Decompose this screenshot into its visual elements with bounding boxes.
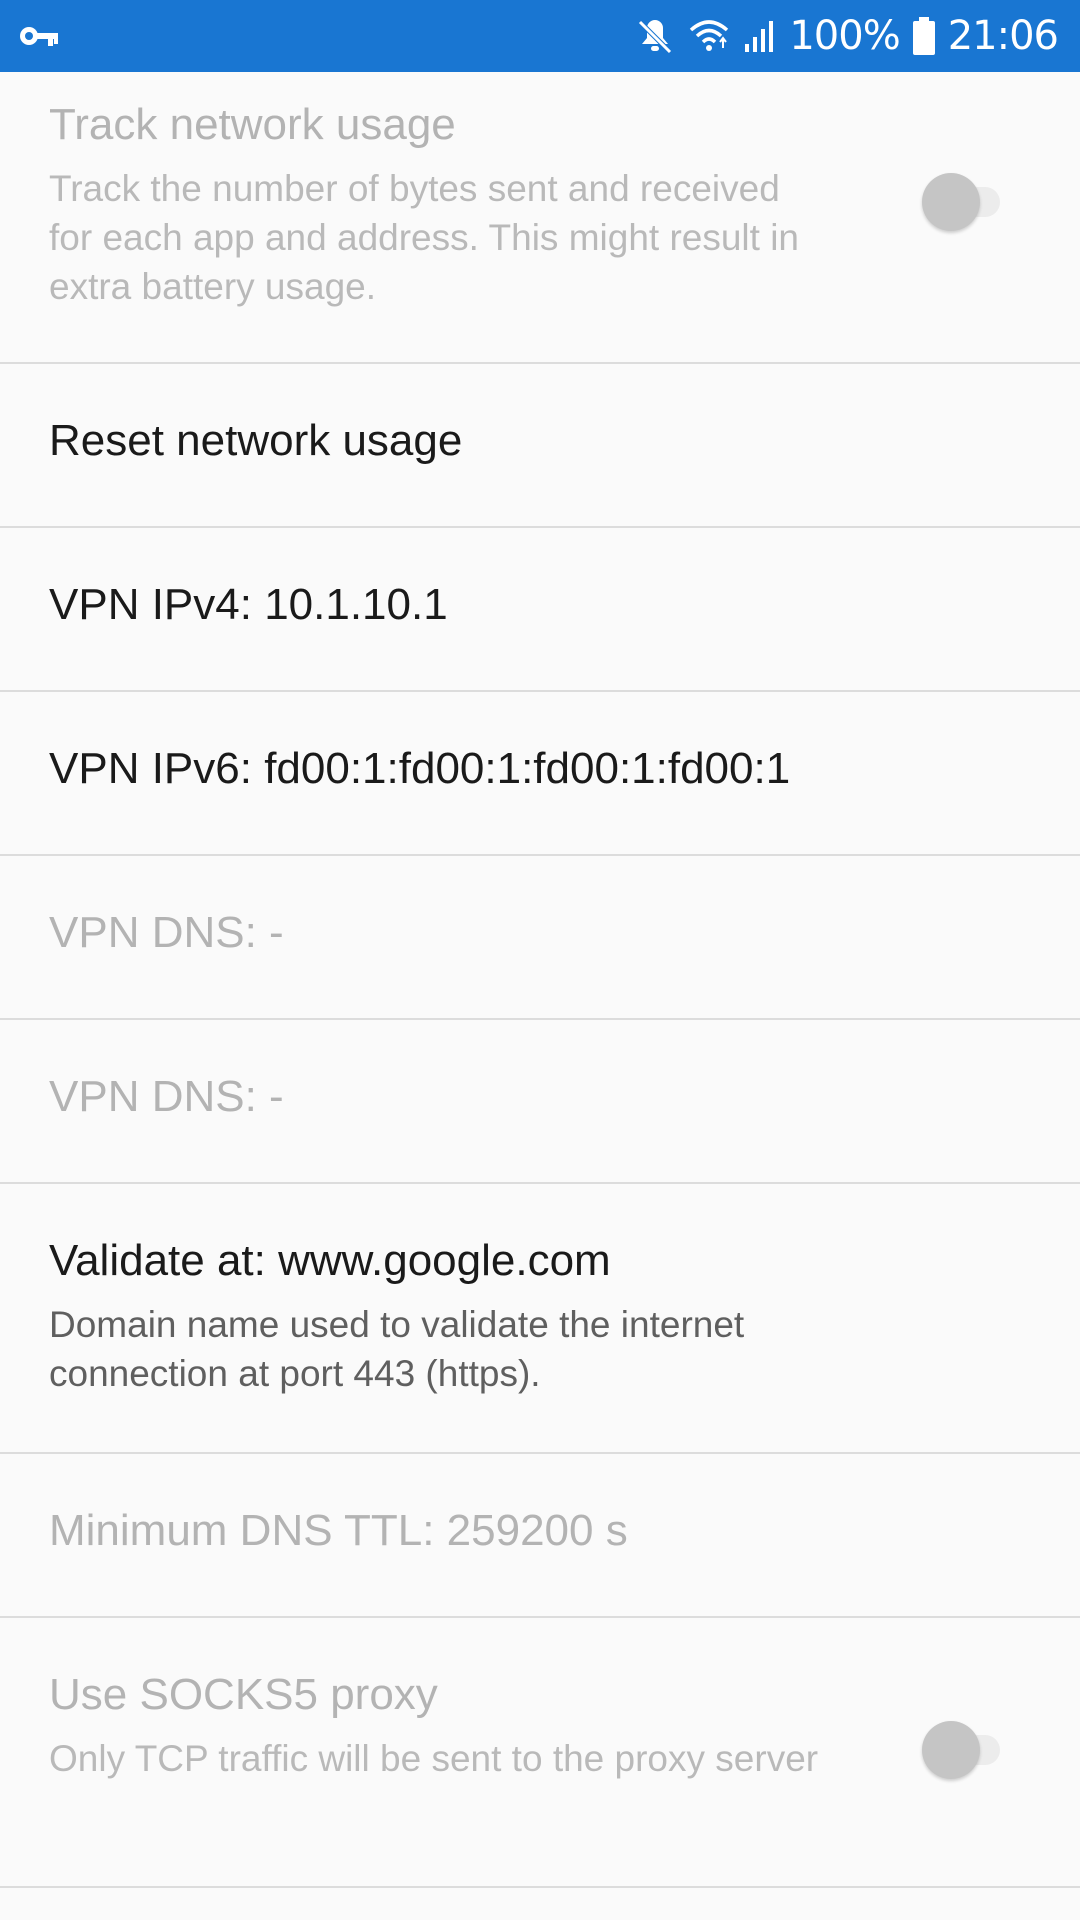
pref-title: Track network usage xyxy=(49,100,456,149)
pref-title: VPN DNS: - xyxy=(49,908,284,957)
pref-title: Minimum DNS TTL: 259200 s xyxy=(49,1506,628,1555)
pref-track-network-usage[interactable]: Track network usage Track the number of … xyxy=(0,72,1080,364)
status-bar: 100% 21:06 xyxy=(0,0,1080,72)
status-icons: 100% 21:06 xyxy=(635,0,1059,72)
pref-summary: Track the number of bytes sent and recei… xyxy=(49,168,800,307)
settings-list: Track network usage Track the number of … xyxy=(0,72,1080,1888)
wifi-icon xyxy=(690,20,729,51)
pref-title: VPN DNS: - xyxy=(49,1072,284,1121)
pref-reset-network-usage[interactable]: Reset network usage xyxy=(0,364,1080,528)
track-usage-toggle[interactable] xyxy=(922,173,1000,231)
pref-summary: Domain name used to validate the interne… xyxy=(49,1304,745,1394)
toggle-thumb xyxy=(922,1721,980,1779)
pref-title: Validate at: www.google.com xyxy=(49,1236,611,1285)
pref-minimum-dns-ttl: Minimum DNS TTL: 259200 s xyxy=(0,1454,1080,1618)
pref-vpn-ipv6[interactable]: VPN IPv6: fd00:1:fd00:1:fd00:1:fd00:1 xyxy=(0,692,1080,856)
battery-icon xyxy=(912,17,935,55)
clock: 21:06 xyxy=(947,13,1059,59)
toggle-thumb xyxy=(922,173,980,231)
signal-icon xyxy=(745,21,774,52)
pref-vpn-dns-2: VPN DNS: - xyxy=(0,1020,1080,1184)
pref-summary: Only TCP traffic will be sent to the pro… xyxy=(49,1738,819,1779)
pref-use-socks5-proxy[interactable]: Use SOCKS5 proxy Only TCP traffic will b… xyxy=(0,1618,1080,1888)
pref-title: VPN IPv4: 10.1.10.1 xyxy=(49,580,448,629)
pref-validate-at[interactable]: Validate at: www.google.com Domain name … xyxy=(0,1184,1080,1454)
pref-vpn-ipv4[interactable]: VPN IPv4: 10.1.10.1 xyxy=(0,528,1080,692)
pref-title: VPN IPv6: fd00:1:fd00:1:fd00:1:fd00:1 xyxy=(49,744,791,793)
pref-title: Reset network usage xyxy=(49,416,463,465)
pref-title: Use SOCKS5 proxy xyxy=(49,1670,438,1719)
battery-percent: 100% xyxy=(789,13,900,59)
mute-icon xyxy=(638,20,673,54)
socks5-toggle[interactable] xyxy=(922,1721,1000,1779)
pref-vpn-dns-1: VPN DNS: - xyxy=(0,856,1080,1020)
key-icon xyxy=(20,27,58,46)
